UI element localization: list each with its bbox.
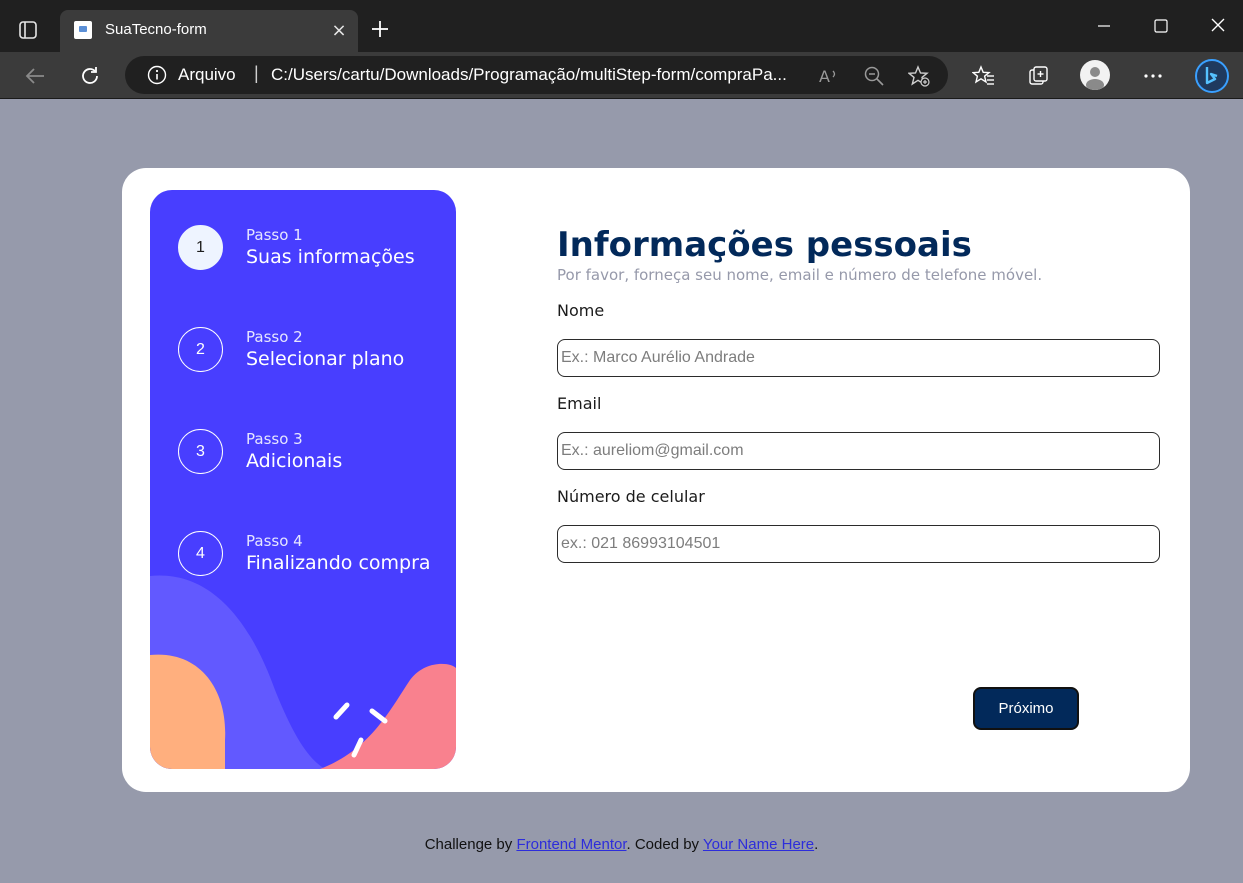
frontend-mentor-link[interactable]: Frontend Mentor (516, 836, 626, 853)
step-kicker: Passo 3 (246, 430, 303, 448)
address-scheme: Arquivo (178, 65, 236, 84)
next-button[interactable]: Próximo (973, 687, 1079, 730)
browser-tab[interactable]: SuaTecno-form × (60, 10, 358, 52)
steps-sidebar: 1 Passo 1 Suas informações 2 Passo 2 Sel… (150, 190, 456, 769)
address-bar[interactable]: Arquivo | C:/Users/cartu/Downloads/Progr… (125, 56, 948, 94)
step-kicker: Passo 4 (246, 532, 303, 550)
profile-avatar-icon[interactable] (1080, 60, 1110, 90)
form-title: Informações pessoais (557, 225, 972, 265)
step-number: 2 (178, 327, 223, 372)
bing-chat-icon[interactable] (1193, 57, 1231, 95)
new-tab-icon[interactable] (368, 17, 392, 41)
site-favicon-icon (74, 21, 92, 39)
step-2: 2 Passo 2 Selecionar plano (178, 327, 448, 373)
attribution: Challenge by Frontend Mentor. Coded by Y… (0, 836, 1243, 853)
refresh-icon[interactable] (77, 63, 103, 89)
minimize-icon[interactable] (1090, 14, 1118, 38)
tab-title: SuaTecno-form (105, 21, 207, 38)
browser-tab-bar: SuaTecno-form × (0, 0, 1243, 52)
attribution-suffix: . (814, 836, 819, 853)
step-number: 3 (178, 429, 223, 474)
info-icon[interactable] (147, 65, 167, 85)
read-aloud-icon[interactable]: A (818, 65, 840, 87)
favorites-icon[interactable] (971, 63, 997, 89)
tab-actions-icon[interactable] (16, 18, 40, 42)
attribution-middle: . Coded by (626, 836, 703, 853)
more-menu-icon[interactable] (1140, 63, 1166, 89)
address-separator: | (254, 63, 259, 83)
name-input[interactable] (557, 339, 1160, 377)
form-subtitle: Por favor, forneça seu nome, email e núm… (557, 266, 1043, 284)
step-number: 4 (178, 531, 223, 576)
maximize-icon[interactable] (1147, 14, 1175, 38)
email-input[interactable] (557, 432, 1160, 470)
step-kicker: Passo 2 (246, 328, 303, 346)
step-4: 4 Passo 4 Finalizando compra (178, 531, 448, 577)
browser-toolbar: Arquivo | C:/Users/cartu/Downloads/Progr… (0, 52, 1243, 99)
zoom-out-icon[interactable] (863, 65, 885, 87)
step-label: Finalizando compra (246, 552, 431, 574)
svg-text:A: A (819, 67, 830, 86)
form-card: 1 Passo 1 Suas informações 2 Passo 2 Sel… (122, 168, 1190, 792)
tab-close-icon[interactable]: × (330, 22, 348, 40)
step-3: 3 Passo 3 Adicionais (178, 429, 448, 475)
phone-input[interactable] (557, 525, 1160, 563)
name-label: Nome (557, 301, 605, 320)
email-label: Email (557, 394, 602, 413)
phone-label: Número de celular (557, 487, 705, 506)
personal-info-form: Informações pessoais Por favor, forneça … (557, 224, 1160, 563)
step-label: Suas informações (246, 246, 415, 268)
collections-icon[interactable] (1026, 63, 1052, 89)
sidebar-decoration (150, 575, 456, 769)
back-icon[interactable] (22, 63, 48, 89)
step-number: 1 (178, 225, 223, 270)
step-kicker: Passo 1 (246, 226, 303, 244)
step-1: 1 Passo 1 Suas informações (178, 225, 448, 271)
close-window-icon[interactable] (1204, 14, 1232, 38)
add-favorite-icon[interactable] (907, 65, 930, 87)
author-link[interactable]: Your Name Here (703, 836, 814, 853)
address-url[interactable]: C:/Users/cartu/Downloads/Programação/mul… (271, 65, 811, 85)
step-label: Adicionais (246, 450, 343, 472)
step-label: Selecionar plano (246, 348, 405, 370)
attribution-prefix: Challenge by (424, 836, 517, 853)
